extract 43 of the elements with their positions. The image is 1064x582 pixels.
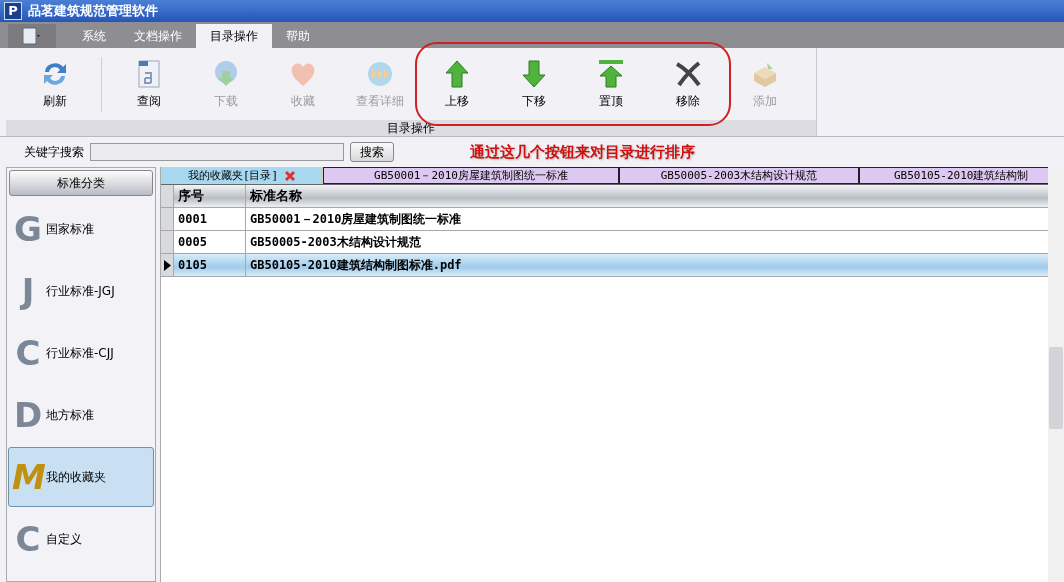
column-header[interactable]: 标准名称 (246, 185, 1048, 207)
letter-logo-icon: C (12, 521, 44, 557)
search-field[interactable] (90, 143, 344, 161)
search-button[interactable]: 搜索 (350, 142, 394, 162)
table-cell: 0005 (174, 231, 246, 253)
annotation-text: 通过这几个按钮来对目录进行排序 (470, 142, 695, 162)
toolbar-button[interactable]: 刷新 (16, 58, 93, 110)
row-header[interactable] (161, 254, 174, 276)
window-title: 品茗建筑规范管理软件 (28, 2, 158, 20)
app-logo-icon: P (4, 2, 22, 20)
letter-logo-icon: D (12, 397, 44, 433)
toolbar-button[interactable]: 置顶 (572, 58, 649, 110)
table-cell-text: GB50005-2003木结构设计规范 (249, 233, 422, 251)
scrollbar-thumb[interactable] (1049, 347, 1063, 429)
toolbar-button[interactable]: 下移 (495, 58, 572, 110)
letter-logo-icon: G (12, 211, 44, 247)
document-tab[interactable]: GB50105-2010建筑结构制 (859, 167, 1048, 184)
toolbar-button[interactable]: 上移 (418, 58, 495, 110)
app-icon (22, 27, 42, 45)
document-tab[interactable]: 我的收藏夹[目录] (161, 167, 323, 184)
table-row[interactable]: 0005 GB50005-2003木结构设计规范 (161, 231, 1048, 254)
table-cell-text: GB50105-2010建筑结构制图标准.pdf (249, 256, 463, 274)
table-cell: 0001 (174, 208, 246, 230)
table-row[interactable]: 0001 GB50001－2010房屋建筑制图统一标准 (161, 208, 1048, 231)
menu-tab[interactable]: 目录操作 (196, 24, 272, 48)
document-tab[interactable]: GB50005-2003木结构设计规范 (619, 167, 859, 184)
close-icon[interactable] (284, 169, 297, 182)
sidebar-item[interactable]: J 行业标准-JGJ (8, 261, 154, 321)
ribbon-group-label: 目录操作 (6, 120, 816, 136)
app-menu-button[interactable] (8, 24, 56, 48)
table-cell-text: GB50001－2010房屋建筑制图统一标准 (249, 210, 463, 228)
column-header[interactable]: 序号 (174, 185, 246, 207)
search-label: 关键字搜索 (24, 143, 84, 161)
scrollbar[interactable] (1048, 167, 1064, 582)
sidebar-header: 标准分类 (9, 170, 153, 196)
row-pointer-icon (163, 259, 171, 271)
table-cell: 0105 (174, 254, 246, 276)
letter-logo-icon: J (12, 273, 44, 309)
toolbar-button[interactable]: 查阅 (110, 58, 187, 110)
toolbar-button[interactable]: 移除 (649, 58, 726, 110)
letter-logo-icon: C (12, 335, 44, 371)
document-tab[interactable]: GB50001－2010房屋建筑制图统一标准 (323, 167, 619, 184)
table-row[interactable]: 0105 GB50105-2010建筑结构制图标准.pdf (161, 254, 1048, 277)
